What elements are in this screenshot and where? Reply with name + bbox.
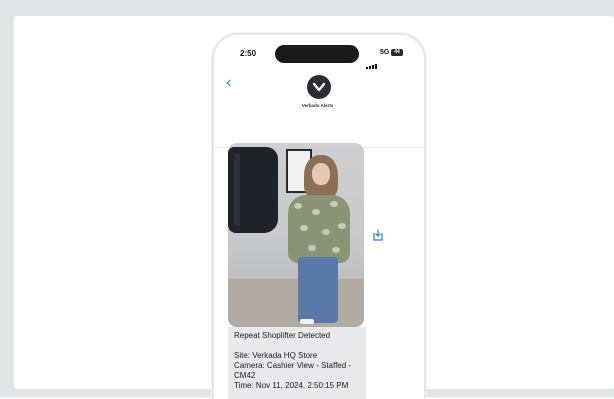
snapshot-image[interactable]: [228, 143, 364, 327]
message-camera: Camera: Cashier View - Staffed -: [234, 361, 352, 370]
message-site: Site: Verkada HQ Store: [234, 351, 318, 360]
sender-name-row[interactable]: Verkada Alerts ›: [214, 103, 424, 108]
chevron-left-icon[interactable]: ‹: [226, 75, 231, 91]
battery-icon: 44: [391, 49, 403, 56]
verkada-check-icon[interactable]: [307, 75, 331, 99]
dynamic-island: [275, 45, 359, 63]
conversation-header: ‹ Verkada Alerts ›: [214, 73, 424, 148]
status-time: 2:50: [240, 49, 257, 58]
phone-mockup: 2:50 5G 44 ‹ Verkada Alerts › Repeat Sho…: [212, 33, 426, 399]
sender-name: Verkada Alerts: [301, 103, 334, 108]
status-bar: 2:50 5G 44: [214, 35, 424, 75]
signal-icon: [366, 51, 378, 69]
page-background: 2:50 5G 44 ‹ Verkada Alerts › Repeat Sho…: [0, 0, 614, 399]
save-share-icon[interactable]: [372, 228, 384, 241]
network-label: 5G: [380, 49, 390, 56]
message-bubble[interactable]: Repeat Shoplifter Detected Site: Verkada…: [228, 327, 366, 399]
message-time: Time: Nov 11, 2024, 2:50:15 PM: [234, 381, 349, 390]
message-camera-id: CM42: [234, 371, 256, 380]
message-title: Repeat Shoplifter Detected: [234, 331, 331, 340]
chevron-right-icon: ›: [334, 103, 337, 108]
